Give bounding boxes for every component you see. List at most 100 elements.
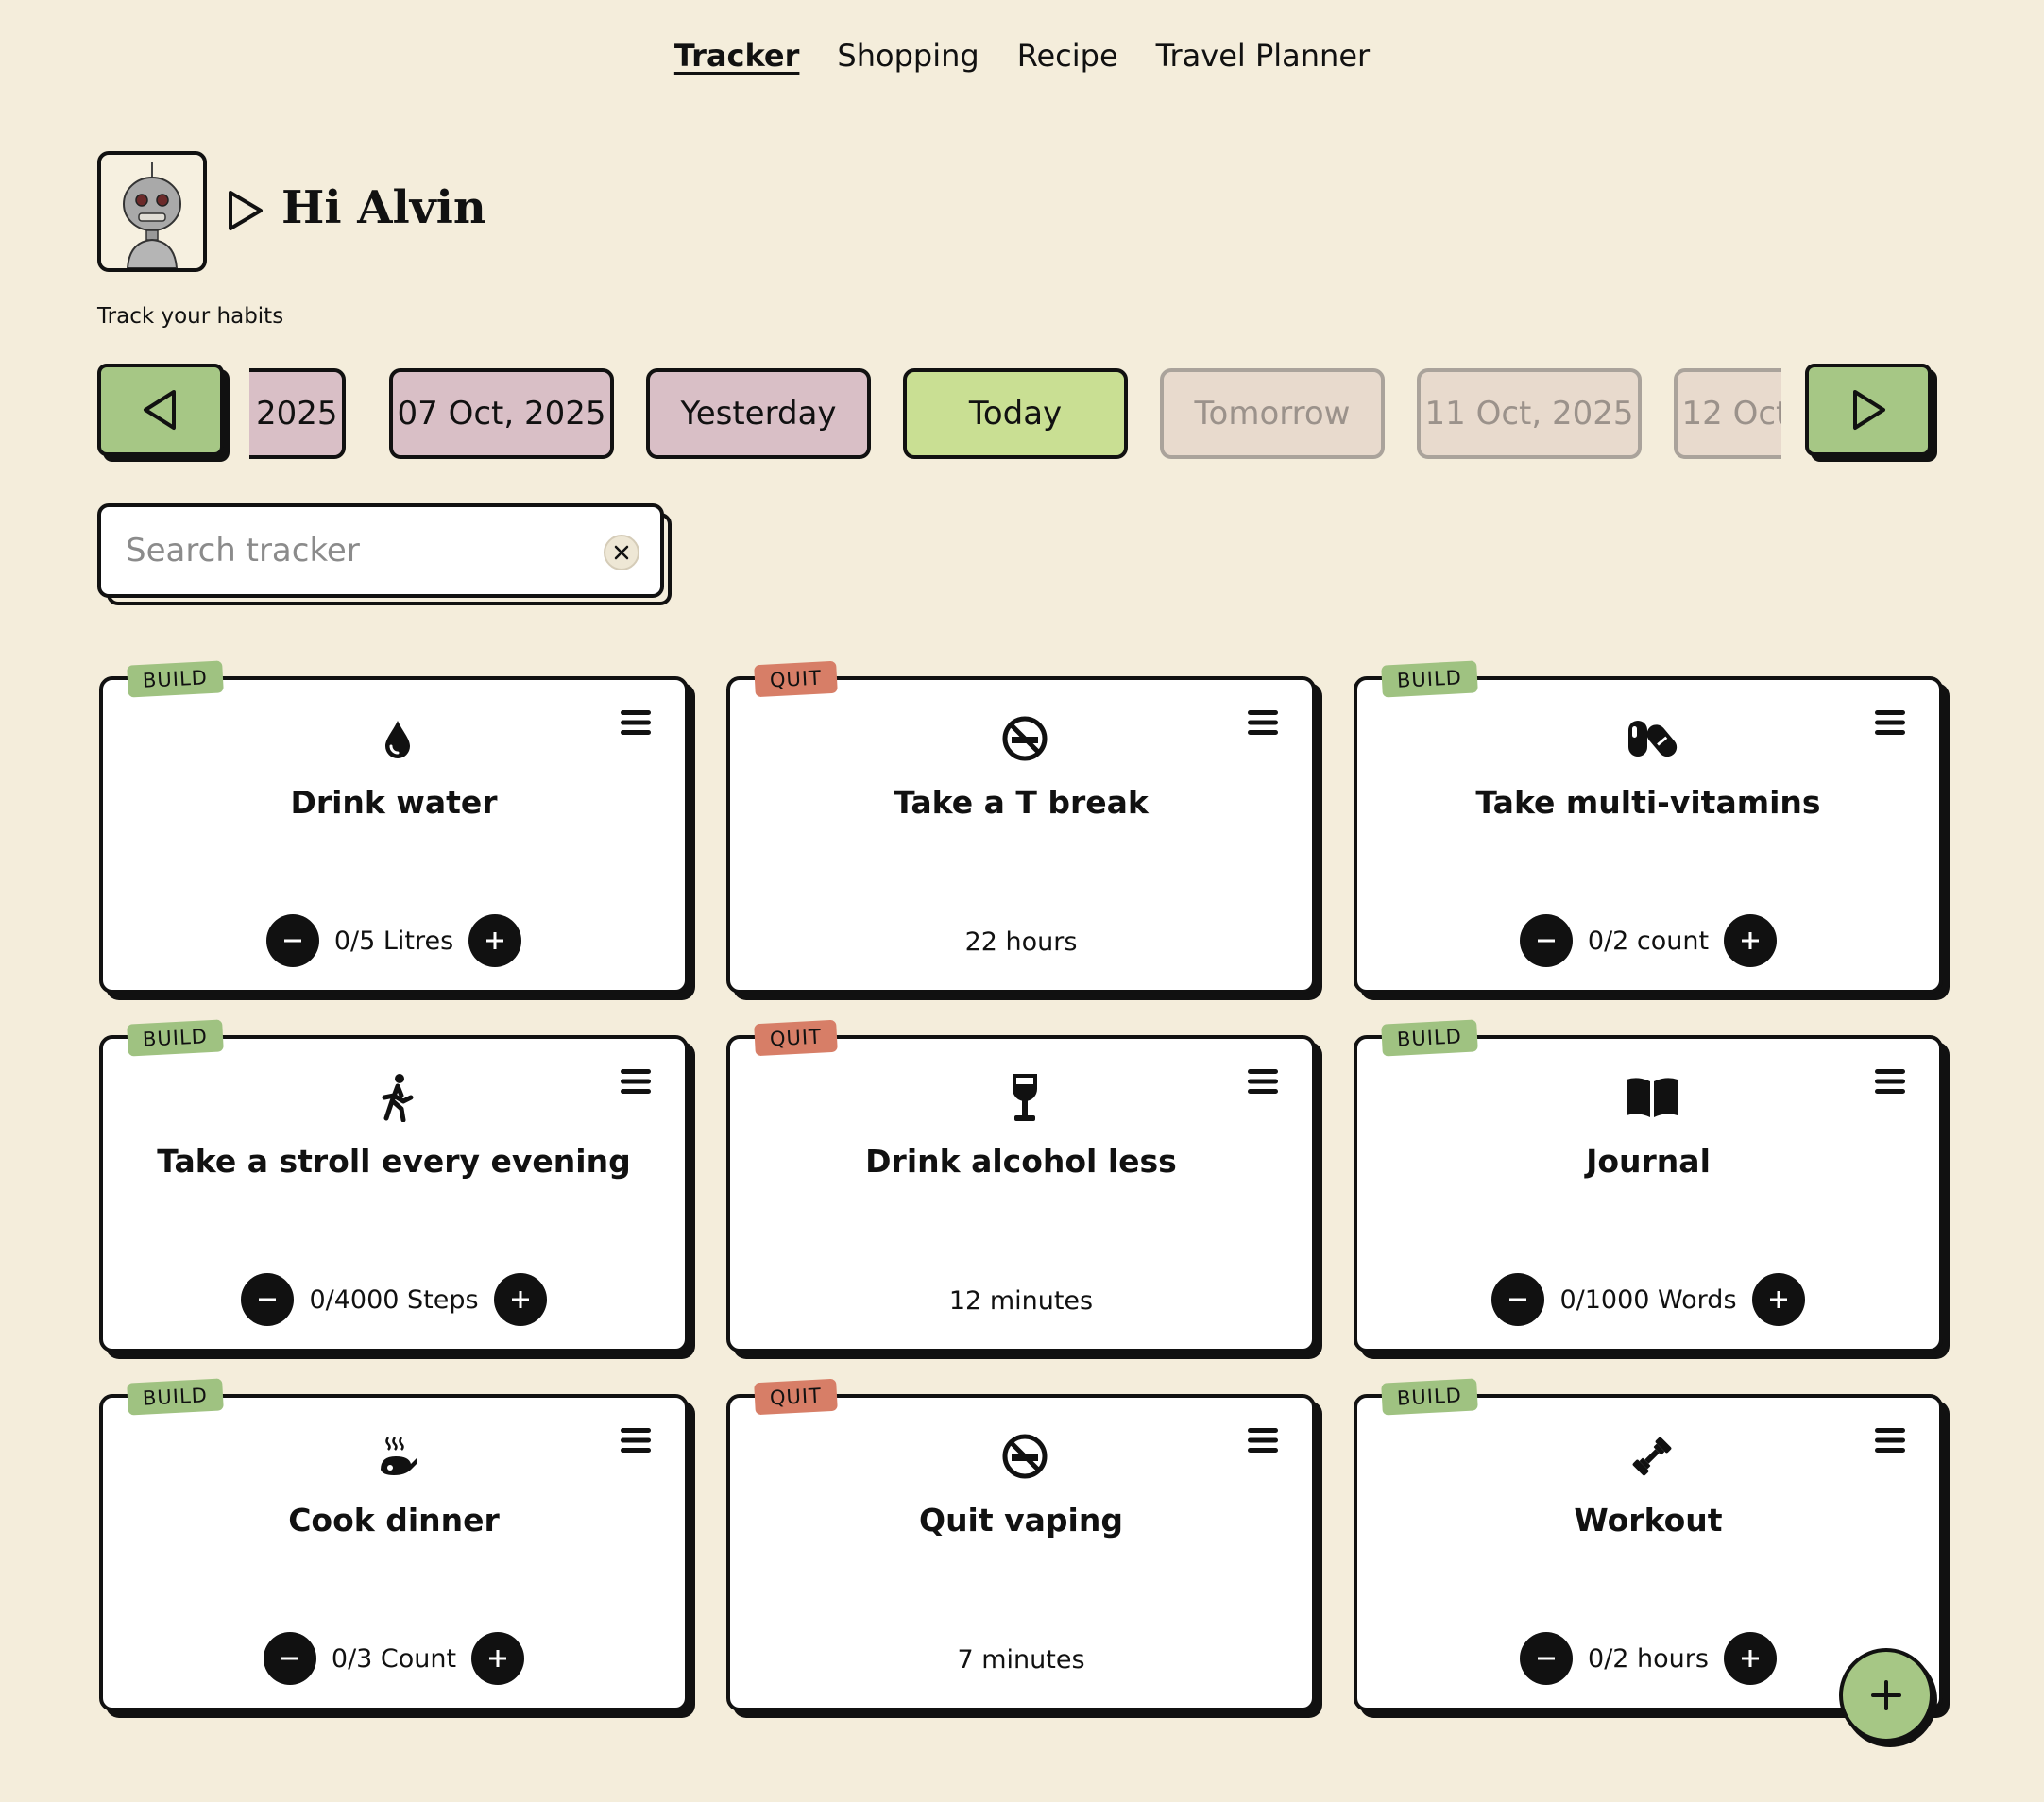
minus-icon bbox=[1537, 939, 1555, 943]
increment-button[interactable] bbox=[471, 1632, 525, 1685]
habit-title: Journal bbox=[1586, 1143, 1711, 1180]
habit-card-journal[interactable]: BUILD Journal 0/1000 Words bbox=[1354, 1019, 1943, 1352]
habit-counter: 0/2 count bbox=[1357, 914, 1939, 967]
habit-type-tag: QUIT bbox=[754, 1378, 838, 1416]
habit-counter: 0/4000 Steps bbox=[103, 1273, 685, 1326]
next-dates-button[interactable] bbox=[1805, 364, 1932, 456]
decrement-button[interactable] bbox=[263, 1632, 316, 1685]
walking-icon bbox=[369, 1069, 426, 1126]
no-smoking-icon bbox=[996, 1428, 1053, 1485]
date-pill-07-oct[interactable]: 07 Oct, 2025 bbox=[389, 368, 614, 459]
habit-progress: 0/2 hours bbox=[1588, 1643, 1709, 1674]
avatar[interactable] bbox=[97, 151, 207, 272]
habit-card-cook-dinner[interactable]: BUILD Cook dinner 0/3 Count bbox=[99, 1378, 689, 1711]
nav-tracker[interactable]: Tracker bbox=[674, 38, 800, 74]
habit-type-tag: BUILD bbox=[1381, 1019, 1478, 1057]
date-pill-today[interactable]: Today bbox=[903, 368, 1128, 459]
search-box bbox=[97, 503, 664, 598]
increment-button[interactable] bbox=[493, 1273, 547, 1326]
habit-title: Drink alcohol less bbox=[865, 1143, 1177, 1180]
habit-elapsed-time: 7 minutes bbox=[957, 1645, 1085, 1674]
water-drop-icon bbox=[369, 710, 426, 767]
close-icon bbox=[614, 545, 629, 560]
increment-button[interactable] bbox=[1724, 914, 1778, 967]
date-pill-12-oct[interactable]: 12 Oct, 2025 bbox=[1674, 368, 1781, 459]
habit-progress: 0/4000 Steps bbox=[309, 1284, 479, 1315]
nav-shopping[interactable]: Shopping bbox=[837, 38, 979, 74]
habit-type-tag: BUILD bbox=[127, 660, 224, 698]
menu-icon[interactable] bbox=[619, 708, 653, 737]
plus-icon bbox=[1741, 1650, 1759, 1667]
habit-progress: 0/2 count bbox=[1587, 926, 1710, 956]
robot-avatar-image bbox=[123, 162, 181, 268]
habit-type-tag: BUILD bbox=[127, 1019, 224, 1057]
menu-icon[interactable] bbox=[619, 1067, 653, 1096]
chevron-left-icon bbox=[144, 390, 176, 430]
search-input[interactable] bbox=[126, 532, 579, 570]
play-icon[interactable] bbox=[227, 189, 264, 232]
date-pill-tomorrow[interactable]: Tomorrow bbox=[1160, 368, 1385, 459]
menu-icon[interactable] bbox=[1873, 1426, 1907, 1454]
menu-icon[interactable] bbox=[1873, 708, 1907, 737]
habit-card-take-a-t-break[interactable]: QUIT Take a T break 22 hours bbox=[726, 660, 1316, 994]
menu-icon[interactable] bbox=[1246, 708, 1280, 737]
decrement-button[interactable] bbox=[1519, 914, 1573, 967]
pills-icon bbox=[1624, 710, 1680, 767]
clear-search-button[interactable] bbox=[604, 535, 639, 570]
habit-progress: 0/5 Litres bbox=[333, 926, 454, 956]
habit-type-tag: BUILD bbox=[1381, 1378, 1478, 1416]
date-pill-06-oct[interactable]: 06 Oct, 2025 bbox=[249, 368, 346, 459]
habit-type-tag: QUIT bbox=[754, 1019, 838, 1057]
plus-icon bbox=[1769, 1291, 1787, 1308]
open-book-icon bbox=[1624, 1069, 1680, 1126]
decrement-button[interactable] bbox=[1520, 1632, 1574, 1685]
date-strip: 06 Oct, 2025 07 Oct, 2025 Yesterday Toda… bbox=[249, 364, 1781, 464]
nav-travel-planner[interactable]: Travel Planner bbox=[1156, 38, 1371, 74]
date-pill-yesterday[interactable]: Yesterday bbox=[646, 368, 871, 459]
add-habit-button[interactable] bbox=[1839, 1648, 1933, 1742]
habit-progress: 0/1000 Words bbox=[1559, 1284, 1737, 1315]
habit-elapsed-time: 12 minutes bbox=[948, 1286, 1094, 1316]
menu-icon[interactable] bbox=[1246, 1426, 1280, 1454]
dumbbell-icon bbox=[1624, 1428, 1680, 1485]
habit-elapsed-time: 22 hours bbox=[964, 927, 1078, 957]
increment-button[interactable] bbox=[1751, 1273, 1805, 1326]
increment-button[interactable] bbox=[1723, 1632, 1777, 1685]
habit-counter: 0/5 Litres bbox=[103, 914, 685, 967]
minus-icon bbox=[1509, 1298, 1527, 1301]
minus-icon bbox=[1538, 1657, 1556, 1660]
decrement-button[interactable] bbox=[265, 914, 319, 967]
decrement-button[interactable] bbox=[241, 1273, 295, 1326]
menu-icon[interactable] bbox=[619, 1426, 653, 1454]
menu-icon[interactable] bbox=[1246, 1067, 1280, 1096]
greeting-title: Hi Alvin bbox=[281, 181, 486, 234]
habit-counter: 0/3 Count bbox=[103, 1632, 685, 1685]
menu-icon[interactable] bbox=[1873, 1067, 1907, 1096]
habit-type-tag: BUILD bbox=[1381, 660, 1478, 698]
chevron-right-icon bbox=[1853, 390, 1885, 430]
habit-card-take-a-stroll[interactable]: BUILD Take a stroll every evening 0/4000… bbox=[99, 1019, 689, 1352]
habit-card-drink-water[interactable]: BUILD Drink water 0/5 Litres bbox=[99, 660, 689, 994]
plus-icon bbox=[1871, 1680, 1901, 1710]
minus-icon bbox=[259, 1298, 277, 1301]
habit-counter: 0/1000 Words bbox=[1357, 1273, 1939, 1326]
plus-icon bbox=[486, 932, 504, 949]
habit-type-tag: BUILD bbox=[127, 1378, 224, 1416]
plus-icon bbox=[511, 1291, 529, 1308]
wine-glass-icon bbox=[996, 1069, 1053, 1126]
habit-card-take-multi-vitamins[interactable]: BUILD Take multi-vitamins 0/2 count bbox=[1354, 660, 1943, 994]
nav-recipe[interactable]: Recipe bbox=[1017, 38, 1118, 74]
habit-card-quit-vaping[interactable]: QUIT Quit vaping 7 minutes bbox=[726, 1378, 1316, 1711]
date-pill-11-oct[interactable]: 11 Oct, 2025 bbox=[1417, 368, 1642, 459]
habit-title: Take a T break bbox=[894, 784, 1149, 821]
decrement-button[interactable] bbox=[1491, 1273, 1545, 1326]
plus-icon bbox=[1742, 932, 1760, 949]
habit-card-drink-alcohol-less[interactable]: QUIT Drink alcohol less 12 minutes bbox=[726, 1019, 1316, 1352]
increment-button[interactable] bbox=[468, 914, 522, 967]
habit-title: Take a stroll every evening bbox=[157, 1143, 631, 1180]
top-nav: Tracker Shopping Recipe Travel Planner bbox=[0, 38, 2044, 74]
previous-dates-button[interactable] bbox=[97, 364, 224, 456]
plus-icon bbox=[489, 1650, 507, 1667]
minus-icon bbox=[281, 1657, 298, 1660]
habit-title: Cook dinner bbox=[288, 1502, 500, 1538]
